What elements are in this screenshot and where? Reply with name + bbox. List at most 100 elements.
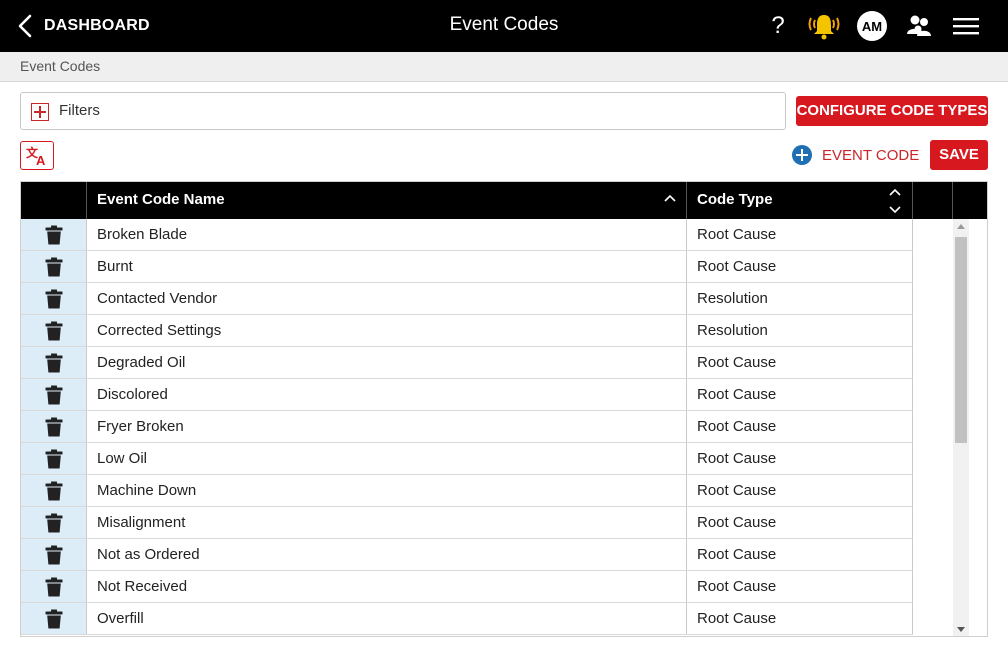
trash-icon bbox=[45, 385, 63, 405]
event-code-name-cell[interactable]: Degraded Oil bbox=[87, 347, 687, 378]
scroll-thumb[interactable] bbox=[955, 237, 967, 443]
table-header: Event Code Name Code Type bbox=[21, 182, 987, 219]
expand-plus-icon bbox=[31, 103, 49, 121]
help-icon[interactable]: ? bbox=[768, 12, 788, 40]
trash-icon bbox=[45, 257, 63, 277]
column-header-label: Event Code Name bbox=[97, 191, 225, 208]
save-button[interactable]: SAVE bbox=[930, 140, 988, 170]
svg-text:A: A bbox=[36, 153, 46, 167]
code-type-cell[interactable]: Resolution bbox=[687, 283, 913, 314]
back-to-dashboard-button[interactable]: DASHBOARD bbox=[18, 12, 150, 40]
event-codes-table: Event Code Name Code Type Broken Blade Ro… bbox=[20, 181, 988, 637]
delete-row-button[interactable] bbox=[21, 603, 87, 634]
chevron-left-icon bbox=[18, 14, 32, 38]
configure-code-types-button[interactable]: CONFIGURE CODE TYPES bbox=[796, 96, 988, 126]
translate-icon: 文 A bbox=[26, 145, 46, 167]
table-row[interactable]: Overfill Root Cause bbox=[21, 603, 913, 635]
hamburger-menu-icon[interactable] bbox=[953, 16, 979, 36]
add-event-code-label: EVENT CODE bbox=[822, 146, 920, 164]
breadcrumb: Event Codes bbox=[20, 58, 101, 74]
add-circle-icon bbox=[792, 145, 812, 165]
users-icon[interactable] bbox=[906, 14, 932, 38]
filters-label: Filters bbox=[59, 102, 100, 119]
delete-row-button[interactable] bbox=[21, 507, 87, 538]
delete-row-button[interactable] bbox=[21, 315, 87, 346]
table-row[interactable]: Not as Ordered Root Cause bbox=[21, 539, 913, 571]
trash-icon bbox=[45, 577, 63, 597]
table-row[interactable]: Contacted Vendor Resolution bbox=[21, 283, 913, 315]
table-row[interactable]: Broken Blade Root Cause bbox=[21, 219, 913, 251]
event-code-name-cell[interactable]: Machine Down bbox=[87, 475, 687, 506]
code-type-cell[interactable]: Root Cause bbox=[687, 507, 913, 538]
event-code-name-cell[interactable]: Misalignment bbox=[87, 507, 687, 538]
code-type-cell[interactable]: Root Cause bbox=[687, 475, 913, 506]
table-row[interactable]: Discolored Root Cause bbox=[21, 379, 913, 411]
code-type-cell[interactable]: Root Cause bbox=[687, 539, 913, 570]
delete-row-button[interactable] bbox=[21, 379, 87, 410]
delete-row-button[interactable] bbox=[21, 571, 87, 602]
event-code-name-cell[interactable]: Broken Blade bbox=[87, 219, 687, 250]
column-header-event-code-name[interactable]: Event Code Name bbox=[87, 182, 687, 219]
table-row[interactable]: Not Received Root Cause bbox=[21, 571, 913, 603]
table-scrollbar[interactable] bbox=[953, 219, 969, 636]
code-type-cell[interactable]: Root Cause bbox=[687, 411, 913, 442]
table-row[interactable]: Burnt Root Cause bbox=[21, 251, 913, 283]
column-header-label: Code Type bbox=[697, 191, 773, 208]
breadcrumb-bar: Event Codes bbox=[0, 52, 1008, 82]
scroll-down-arrow-icon[interactable] bbox=[957, 627, 965, 632]
user-avatar[interactable]: AM bbox=[857, 11, 887, 41]
trash-icon bbox=[45, 353, 63, 373]
event-code-name-cell[interactable]: Overfill bbox=[87, 603, 687, 634]
event-code-name-cell[interactable]: Not as Ordered bbox=[87, 539, 687, 570]
code-type-cell[interactable]: Root Cause bbox=[687, 603, 913, 634]
scroll-up-arrow-icon[interactable] bbox=[957, 224, 965, 229]
event-code-name-cell[interactable]: Fryer Broken bbox=[87, 411, 687, 442]
filters-panel-toggle[interactable]: Filters bbox=[20, 92, 786, 130]
delete-row-button[interactable] bbox=[21, 539, 87, 570]
translate-button[interactable]: 文 A bbox=[20, 141, 54, 170]
table-body: Broken Blade Root Cause Burnt Root Cause Con… bbox=[21, 219, 913, 635]
code-type-cell[interactable]: Root Cause bbox=[687, 251, 913, 282]
event-code-name-cell[interactable]: Corrected Settings bbox=[87, 315, 687, 346]
table-row[interactable]: Corrected Settings Resolution bbox=[21, 315, 913, 347]
delete-row-button[interactable] bbox=[21, 347, 87, 378]
table-row[interactable]: Fryer Broken Root Cause bbox=[21, 411, 913, 443]
code-type-cell[interactable]: Root Cause bbox=[687, 219, 913, 250]
trash-icon bbox=[45, 545, 63, 565]
column-header-code-type[interactable]: Code Type bbox=[687, 182, 913, 219]
bell-alert-icon[interactable] bbox=[806, 10, 842, 42]
trash-icon bbox=[45, 513, 63, 533]
table-row[interactable]: Machine Down Root Cause bbox=[21, 475, 913, 507]
code-type-cell[interactable]: Resolution bbox=[687, 315, 913, 346]
code-type-cell[interactable]: Root Cause bbox=[687, 443, 913, 474]
event-code-name-cell[interactable]: Burnt bbox=[87, 251, 687, 282]
code-type-cell[interactable]: Root Cause bbox=[687, 571, 913, 602]
code-type-cell[interactable]: Root Cause bbox=[687, 379, 913, 410]
sort-ascending-icon bbox=[664, 194, 676, 202]
add-event-code-button[interactable]: EVENT CODE bbox=[792, 144, 919, 166]
trash-icon bbox=[45, 449, 63, 469]
event-code-name-cell[interactable]: Not Received bbox=[87, 571, 687, 602]
table-row[interactable]: Misalignment Root Cause bbox=[21, 507, 913, 539]
trash-icon bbox=[45, 481, 63, 501]
table-row[interactable]: Degraded Oil Root Cause bbox=[21, 347, 913, 379]
spacer-column-header bbox=[913, 182, 953, 219]
code-type-cell[interactable]: Root Cause bbox=[687, 347, 913, 378]
delete-row-button[interactable] bbox=[21, 475, 87, 506]
delete-row-button[interactable] bbox=[21, 283, 87, 314]
trash-icon bbox=[45, 321, 63, 341]
event-code-name-cell[interactable]: Discolored bbox=[87, 379, 687, 410]
delete-row-button[interactable] bbox=[21, 251, 87, 282]
trash-icon bbox=[45, 225, 63, 245]
delete-row-button[interactable] bbox=[21, 443, 87, 474]
top-bar: DASHBOARD Event Codes ? AM bbox=[0, 0, 1008, 52]
trash-icon bbox=[45, 609, 63, 629]
delete-row-button[interactable] bbox=[21, 219, 87, 250]
back-label: DASHBOARD bbox=[44, 17, 150, 34]
delete-row-button[interactable] bbox=[21, 411, 87, 442]
trash-icon bbox=[45, 289, 63, 309]
event-code-name-cell[interactable]: Low Oil bbox=[87, 443, 687, 474]
table-row[interactable]: Low Oil Root Cause bbox=[21, 443, 913, 475]
event-code-name-cell[interactable]: Contacted Vendor bbox=[87, 283, 687, 314]
sort-unsorted-icon bbox=[889, 188, 901, 214]
